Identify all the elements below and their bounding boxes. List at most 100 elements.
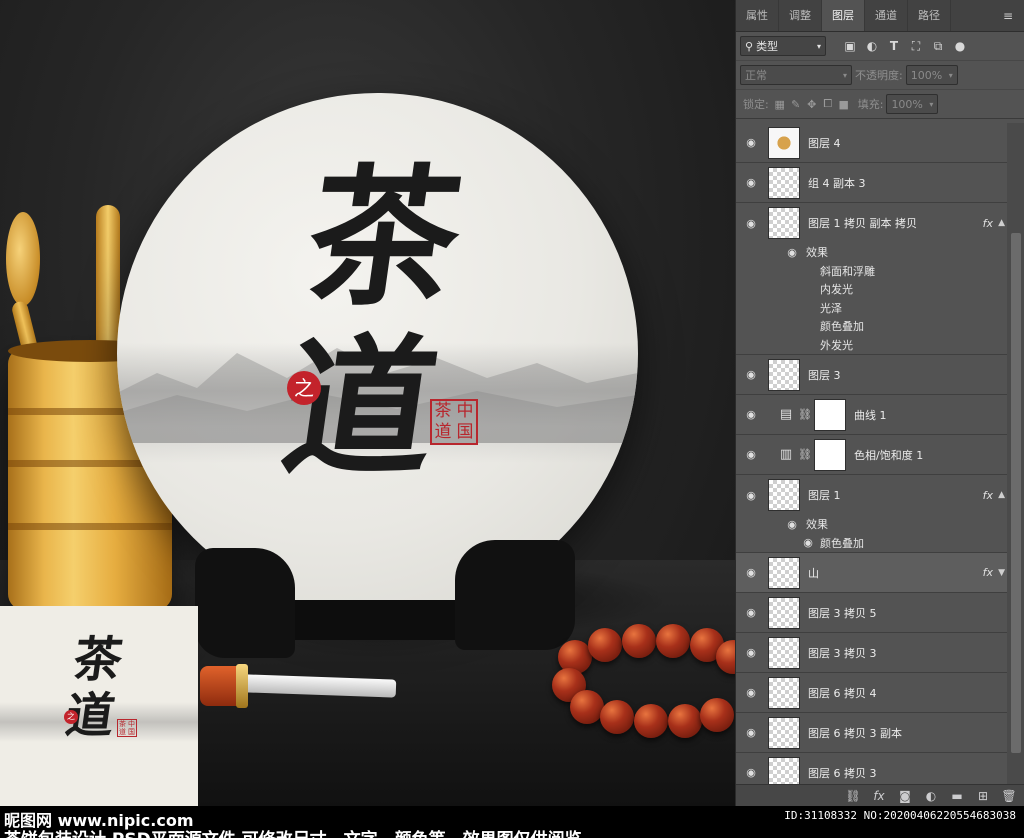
fx-icon[interactable]: fx: [983, 217, 993, 230]
tab-layers[interactable]: 图层: [822, 0, 865, 31]
eye-icon[interactable]: ◉: [736, 686, 766, 699]
layer-row[interactable]: ◉ 山 fx ▼: [736, 553, 1007, 593]
layer-name[interactable]: 曲线 1: [854, 407, 887, 423]
bead: [600, 700, 634, 734]
bead: [700, 698, 734, 732]
filter-toggle-icon[interactable]: ●: [950, 36, 970, 56]
link-icon[interactable]: ⛓: [798, 448, 812, 461]
display-stand-leg: [195, 548, 295, 658]
lock-transparent-icon[interactable]: ▦: [772, 98, 788, 111]
layer-row[interactable]: ◉ 图层 4: [736, 123, 1007, 163]
chevron-up-icon[interactable]: ▲: [998, 218, 1005, 228]
layer-name[interactable]: 图层 3: [808, 367, 841, 383]
layer-name[interactable]: 山: [808, 565, 819, 581]
layer-name[interactable]: 图层 3 拷贝 5: [808, 605, 877, 621]
fx-icon[interactable]: fx: [871, 789, 887, 803]
layer-name[interactable]: 图层 6 拷贝 3: [808, 765, 877, 781]
layer-row[interactable]: ◉ 图层 6 拷贝 4: [736, 673, 1007, 713]
layer-name[interactable]: 图层 6 拷贝 4: [808, 685, 877, 701]
effect-item[interactable]: 外发光: [736, 336, 1007, 355]
chevron-up-icon[interactable]: ▲: [998, 490, 1005, 500]
lock-move-icon[interactable]: ✥: [804, 98, 820, 111]
red-circle-seal: 之: [287, 371, 321, 405]
layer-name[interactable]: 图层 4: [808, 135, 841, 151]
layer-row[interactable]: ◉ 图层 3: [736, 355, 1007, 395]
trash-icon[interactable]: 🗑: [1001, 789, 1017, 803]
tab-paths[interactable]: 路径: [908, 0, 951, 31]
bamboo-spoon: [6, 212, 40, 306]
image-filter-icon[interactable]: ▣: [840, 36, 860, 56]
eye-icon[interactable]: ◉: [800, 536, 816, 549]
layer-name[interactable]: 组 4 副本 3: [808, 175, 866, 191]
layer-row[interactable]: ◉ 图层 3 拷贝 3: [736, 633, 1007, 673]
layer-name[interactable]: 图层 3 拷贝 3: [808, 645, 877, 661]
mask-icon[interactable]: ◙: [897, 789, 913, 803]
adjustment-layer-icon[interactable]: ◐: [923, 789, 939, 803]
shape-filter-icon[interactable]: ⛶: [906, 36, 926, 56]
fx-icon[interactable]: fx: [983, 489, 993, 502]
effect-item[interactable]: 颜色叠加: [736, 317, 1007, 336]
layer-filter-dropdown[interactable]: ⚲ 类型 ▾: [740, 36, 826, 56]
layer-row[interactable]: ◉ 图层 6 拷贝 3 副本: [736, 713, 1007, 753]
eye-icon[interactable]: ◉: [736, 176, 766, 189]
effects-header[interactable]: ◉ 效果: [736, 515, 1007, 534]
eye-icon[interactable]: ◉: [736, 566, 766, 579]
new-layer-icon[interactable]: ⊞: [975, 789, 991, 803]
group-folder-icon[interactable]: ▬: [949, 789, 965, 803]
effect-label: 颜色叠加: [820, 536, 864, 550]
layer-row[interactable]: ◉ 图层 1 拷贝 副本 拷贝 fx ▲: [736, 203, 1007, 243]
layer-row[interactable]: ◉ 图层 6 拷贝 3: [736, 753, 1007, 784]
layer-row[interactable]: ◉ 组 4 副本 3: [736, 163, 1007, 203]
chevron-down-icon[interactable]: ▼: [998, 568, 1005, 578]
eye-icon[interactable]: ◉: [784, 518, 800, 531]
fill-field[interactable]: 100% ▾: [886, 94, 939, 114]
layer-name[interactable]: 图层 1 拷贝 副本 拷贝: [808, 215, 917, 231]
opacity-value: 100%: [910, 68, 943, 82]
layers-scrollbar[interactable]: [1007, 123, 1024, 784]
fx-icon[interactable]: fx: [983, 566, 993, 579]
eye-icon[interactable]: ◉: [736, 489, 766, 502]
eye-icon[interactable]: ◉: [736, 217, 766, 230]
eye-icon[interactable]: ◉: [736, 136, 766, 149]
lock-all-icon[interactable]: ■: [836, 98, 852, 111]
filter-kind-label: 类型: [756, 40, 779, 53]
layer-name[interactable]: 图层 6 拷贝 3 副本: [808, 725, 902, 741]
preview-square-seal: 茶 中 道 国: [117, 719, 137, 737]
effect-item[interactable]: 内发光: [736, 280, 1007, 299]
smart-object-filter-icon[interactable]: ⧉: [928, 36, 948, 56]
type-filter-icon[interactable]: T: [884, 36, 904, 56]
preview-red-seal: 之: [64, 710, 78, 724]
eye-icon[interactable]: ◉: [736, 646, 766, 659]
eye-icon[interactable]: ◉: [784, 246, 800, 259]
panel-menu-icon[interactable]: ≡: [1000, 9, 1016, 23]
layer-name[interactable]: 图层 1: [808, 487, 841, 503]
seal-char: 中: [128, 720, 135, 728]
effects-header[interactable]: ◉ 效果: [736, 243, 1007, 262]
effect-item[interactable]: 斜面和浮雕: [736, 262, 1007, 281]
eye-icon[interactable]: ◉: [736, 766, 766, 779]
eye-icon[interactable]: ◉: [736, 408, 766, 421]
eye-icon[interactable]: ◉: [736, 368, 766, 381]
tab-channels[interactable]: 通道: [865, 0, 908, 31]
eye-icon[interactable]: ◉: [736, 448, 766, 461]
layer-row[interactable]: ◉ ▥ ⛓ 色相/饱和度 1: [736, 435, 1007, 475]
effect-item[interactable]: 光泽: [736, 299, 1007, 318]
layer-row[interactable]: ◉ ▤ ⛓ 曲线 1: [736, 395, 1007, 435]
tab-properties[interactable]: 属性: [736, 0, 779, 31]
link-icon[interactable]: ⛓: [798, 408, 812, 421]
effect-item[interactable]: ◉ 颜色叠加: [736, 534, 1007, 553]
eye-icon[interactable]: ◉: [736, 726, 766, 739]
eye-icon[interactable]: ◉: [736, 606, 766, 619]
tab-adjustments[interactable]: 调整: [779, 0, 822, 31]
adjustment-filter-icon[interactable]: ◐: [862, 36, 882, 56]
panel-tabs: 属性 调整 图层 通道 路径 ≡: [736, 0, 1024, 32]
lock-artboard-icon[interactable]: ⧠: [820, 97, 836, 111]
scrollbar-thumb[interactable]: [1011, 233, 1021, 753]
opacity-field[interactable]: 100% ▾: [905, 65, 958, 85]
layer-row[interactable]: ◉ 图层 1 fx ▲: [736, 475, 1007, 515]
blend-mode-dropdown[interactable]: 正常 ▾: [740, 65, 852, 85]
lock-paint-icon[interactable]: ✎: [788, 98, 804, 111]
link-layers-icon[interactable]: ⛓: [845, 789, 861, 803]
layer-row[interactable]: ◉ 图层 3 拷贝 5: [736, 593, 1007, 633]
layer-name[interactable]: 色相/饱和度 1: [854, 447, 923, 463]
